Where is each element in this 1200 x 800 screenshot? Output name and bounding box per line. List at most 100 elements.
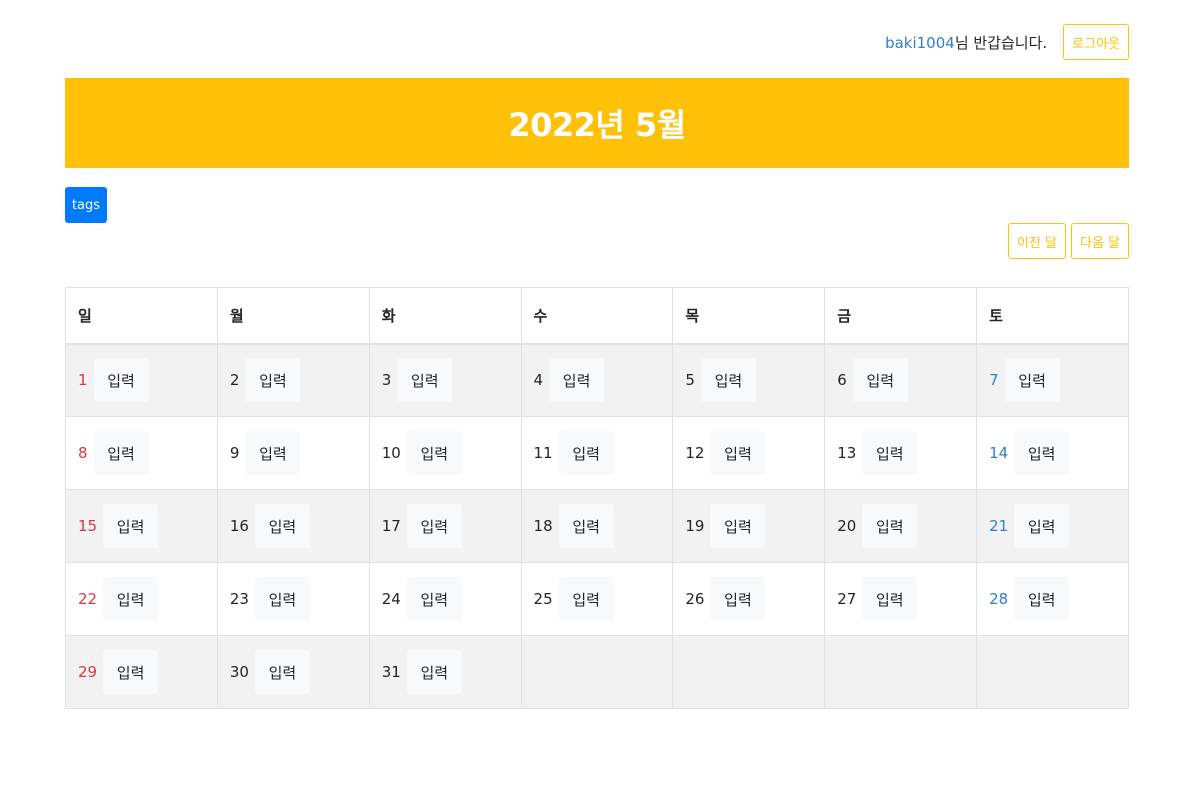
day-input-button[interactable]: 입력	[558, 431, 614, 475]
month-navigation: 이전 달 다음 달	[1007, 223, 1129, 259]
next-month-button[interactable]: 다음 달	[1070, 223, 1129, 259]
day-cell: 19 입력	[672, 489, 826, 563]
day-number: 1	[78, 371, 88, 390]
day-cell: 18 입력	[520, 489, 674, 563]
week-row: 15 입력 16 입력 17 입력 18 입력 19 입력 20 입력 21 입력	[65, 489, 1129, 563]
day-number: 22	[78, 590, 98, 608]
weekday-thu: 목	[672, 287, 826, 345]
day-cell: 1 입력	[65, 343, 218, 417]
day-input-button[interactable]: 입력	[103, 650, 159, 694]
day-cell: 22 입력	[65, 562, 218, 636]
day-cell: 15 입력	[65, 489, 218, 563]
day-input-button[interactable]: 입력	[549, 358, 605, 403]
day-input-button[interactable]: 입력	[862, 577, 918, 621]
day-input-button[interactable]: 입력	[254, 504, 310, 548]
day-number: 15	[78, 517, 98, 535]
day-input-button[interactable]: 입력	[245, 431, 301, 475]
day-input-button[interactable]: 입력	[862, 504, 918, 548]
weekday-sat: 토	[976, 287, 1129, 345]
day-input-button[interactable]: 입력	[93, 431, 149, 475]
weekday-wed: 수	[520, 287, 674, 345]
day-cell: 28 입력	[976, 562, 1129, 636]
day-input-button[interactable]: 입력	[406, 577, 462, 621]
day-number: 14	[989, 444, 1009, 462]
weekday-mon: 월	[216, 287, 370, 345]
day-cell: 9 입력	[216, 416, 370, 490]
day-input-button[interactable]: 입력	[406, 431, 462, 475]
day-input-button[interactable]: 입력	[558, 504, 614, 548]
week-row: 22 입력 23 입력 24 입력 25 입력 26 입력 27 입력 28 입력	[65, 562, 1129, 636]
day-input-button[interactable]: 입력	[254, 577, 310, 621]
day-cell: 25 입력	[520, 562, 674, 636]
day-number: 29	[78, 663, 98, 681]
month-banner: 2022년 5월	[65, 78, 1129, 168]
day-cell: 17 입력	[368, 489, 522, 563]
calendar-table: 일 월 화 수 목 금 토 1 입력 2 입력 3 입력 4 입력 5 입력 6 입력 7 입력 8 입력 9 입…	[65, 287, 1129, 709]
day-number: 23	[229, 590, 249, 608]
prev-month-button[interactable]: 이전 달	[1007, 223, 1066, 259]
day-input-button[interactable]: 입력	[397, 358, 453, 403]
weekday-tue: 화	[368, 287, 522, 345]
day-input-button[interactable]: 입력	[710, 504, 766, 548]
day-number: 24	[381, 590, 401, 608]
day-input-button[interactable]: 입력	[1014, 431, 1070, 475]
day-number: 11	[533, 444, 553, 462]
day-cell: 23 입력	[216, 562, 370, 636]
day-input-button[interactable]: 입력	[406, 504, 462, 548]
day-cell	[672, 635, 826, 709]
day-cell: 14 입력	[976, 416, 1129, 490]
day-input-button[interactable]: 입력	[700, 358, 756, 403]
day-cell: 27 입력	[824, 562, 978, 636]
day-cell: 31 입력	[368, 635, 522, 709]
day-cell: 6 입력	[824, 343, 978, 417]
weekday-sun: 일	[65, 287, 218, 345]
weekday-fri: 금	[824, 287, 978, 345]
day-input-button[interactable]: 입력	[1014, 577, 1070, 621]
day-input-button[interactable]: 입력	[862, 431, 918, 475]
day-input-button[interactable]: 입력	[1004, 358, 1060, 403]
username-link[interactable]: baki1004	[885, 34, 955, 52]
day-number: 3	[381, 371, 392, 390]
day-number: 28	[989, 590, 1009, 608]
day-cell: 2 입력	[216, 343, 370, 417]
day-number: 4	[533, 371, 544, 390]
day-input-button[interactable]: 입력	[103, 577, 159, 621]
day-number: 18	[533, 517, 553, 535]
day-number: 5	[685, 371, 695, 390]
day-number: 7	[989, 371, 999, 390]
top-bar: baki1004님 반갑습니다. 로그아웃	[65, 24, 1129, 60]
day-cell: 12 입력	[672, 416, 826, 490]
day-cell: 16 입력	[216, 489, 370, 563]
day-cell: 26 입력	[672, 562, 826, 636]
day-number: 25	[533, 590, 553, 608]
week-row: 29 입력 30 입력 31 입력	[65, 635, 1129, 709]
day-input-button[interactable]: 입력	[406, 650, 462, 694]
day-cell: 29 입력	[65, 635, 218, 709]
day-cell: 3 입력	[368, 343, 522, 417]
month-title: 2022년 5월	[508, 106, 686, 144]
day-number: 26	[685, 590, 705, 608]
day-cell	[520, 635, 674, 709]
day-input-button[interactable]: 입력	[254, 650, 310, 694]
day-input-button[interactable]: 입력	[710, 431, 766, 475]
day-input-button[interactable]: 입력	[103, 504, 159, 548]
day-number: 31	[381, 663, 401, 681]
day-number: 10	[381, 444, 401, 462]
day-cell	[976, 635, 1129, 709]
day-input-button[interactable]: 입력	[558, 577, 614, 621]
day-input-button[interactable]: 입력	[852, 358, 908, 403]
greeting: baki1004님 반갑습니다.	[885, 32, 1047, 53]
day-cell: 30 입력	[216, 635, 370, 709]
day-number: 12	[685, 444, 705, 462]
day-input-button[interactable]: 입력	[1014, 504, 1070, 548]
day-number: 20	[837, 517, 857, 535]
day-input-button[interactable]: 입력	[245, 358, 301, 403]
logout-button[interactable]: 로그아웃	[1063, 24, 1129, 60]
day-cell: 20 입력	[824, 489, 978, 563]
day-cell: 21 입력	[976, 489, 1129, 563]
tags-button[interactable]: tags	[65, 187, 107, 223]
day-number: 9	[229, 444, 240, 462]
day-input-button[interactable]: 입력	[710, 577, 766, 621]
day-cell: 8 입력	[65, 416, 218, 490]
day-input-button[interactable]: 입력	[93, 358, 149, 403]
